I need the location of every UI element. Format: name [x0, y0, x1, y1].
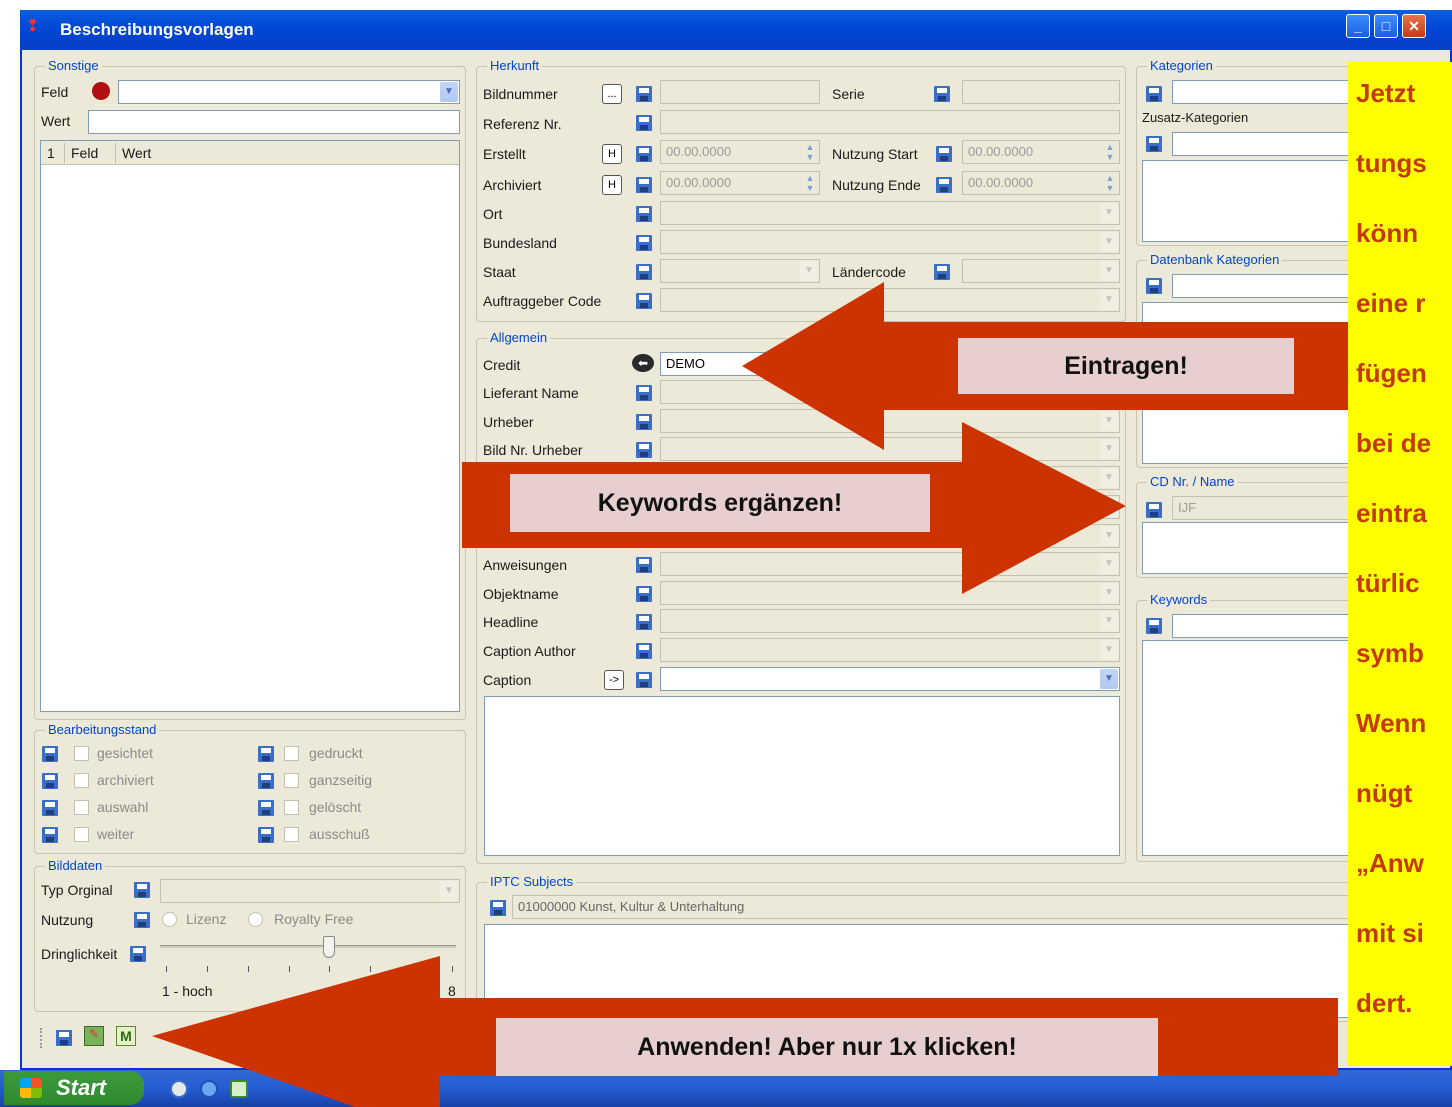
eintragen-callout: Eintragen! [958, 338, 1294, 394]
anwenden-callout: Anwenden! Aber nur 1x klicken! [496, 1018, 1158, 1076]
keywords-callout: Keywords ergänzen! [510, 474, 930, 532]
annotation-arrows [152, 282, 1348, 1107]
